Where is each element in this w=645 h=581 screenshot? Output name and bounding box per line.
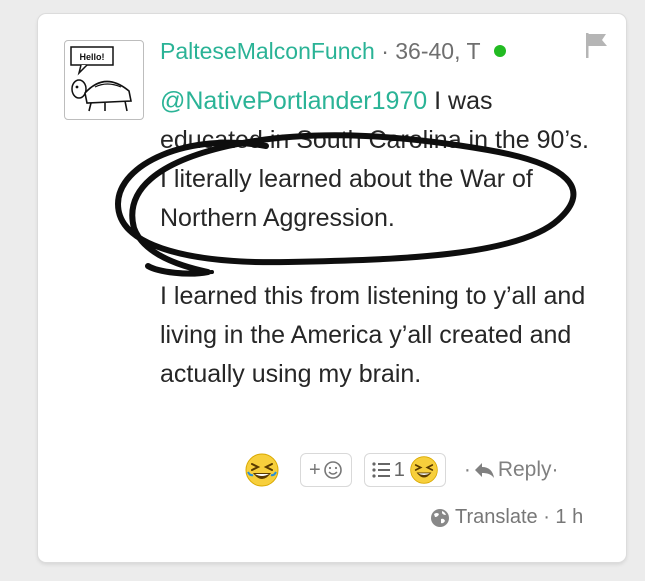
reply-label: Reply xyxy=(497,458,552,481)
reply-button[interactable]: · Reply · xyxy=(464,458,559,482)
comment-actions: + 1 · Reply · xyxy=(244,450,559,490)
time-ago: 1 h xyxy=(555,506,584,528)
reply-arrow-icon xyxy=(474,463,494,478)
online-status-dot xyxy=(494,45,507,57)
translate-link[interactable]: Translate xyxy=(455,506,538,529)
reply-suffix-dot: · xyxy=(551,458,559,481)
reaction-count: 1 xyxy=(393,458,405,481)
translate-row: Translate · 1 h xyxy=(430,506,583,529)
username-link[interactable]: PalteseMalconFunch xyxy=(160,38,375,64)
mention-link[interactable]: @NativePortlander1970 xyxy=(160,87,427,115)
turtle-avatar-image: Hello! xyxy=(70,46,132,112)
comment-paragraph-1: @NativePortlander1970 I was educated in … xyxy=(160,82,600,238)
avatar-bubble-text: Hello! xyxy=(79,52,104,62)
laughing-emoji-icon xyxy=(410,456,438,484)
list-icon xyxy=(372,462,390,478)
comment-body: @NativePortlander1970 I was educated in … xyxy=(160,82,600,394)
globe-icon xyxy=(431,508,449,527)
flag-icon[interactable] xyxy=(582,30,612,60)
avatar[interactable]: Hello! xyxy=(64,40,144,120)
comment-paragraph-2: I learned this from listening to y’all a… xyxy=(160,282,586,388)
header-separator: · xyxy=(381,38,389,64)
user-meta: 36-40, T xyxy=(395,38,481,64)
reaction-list-button[interactable]: 1 xyxy=(363,453,446,487)
add-reaction-button[interactable]: + xyxy=(300,453,352,487)
footer-separator: · xyxy=(537,506,556,528)
add-reaction-plus: + xyxy=(309,458,321,481)
reply-prefix-dot: · xyxy=(463,458,471,481)
laughing-emoji-icon[interactable] xyxy=(244,452,280,488)
smiley-icon xyxy=(323,461,342,479)
comment-header: PalteseMalconFunch · 36-40, T xyxy=(160,36,507,66)
comment-card: Hello! PalteseMalconFunch · 36-40, T @Na… xyxy=(38,14,626,562)
